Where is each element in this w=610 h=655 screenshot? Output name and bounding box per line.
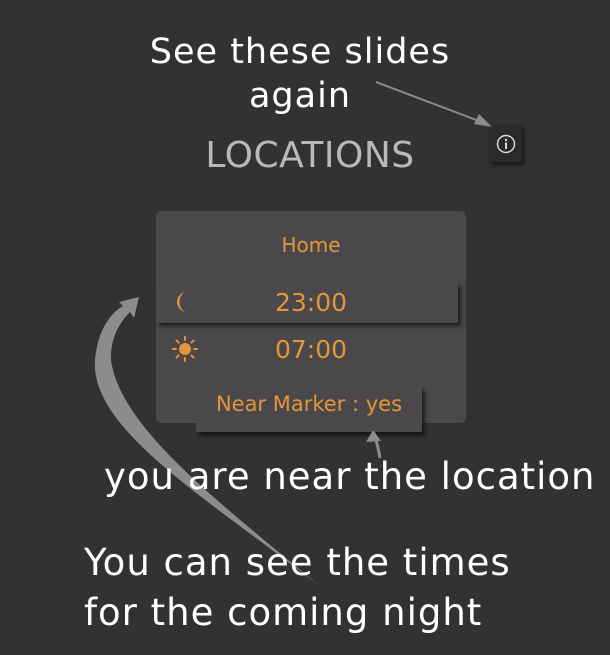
night-time-row: 23:00 <box>156 283 458 323</box>
annotation-coming-night: You can see the times for the coming nig… <box>84 538 511 638</box>
annotation-see-slides: See these slides again <box>90 30 510 118</box>
annotation-near-location: you are near the location <box>104 455 596 498</box>
annotation-see-slides-line-2: again <box>248 76 352 116</box>
info-button[interactable] <box>489 125 522 162</box>
annotation-coming-night-line-2: for the coming night <box>84 591 483 634</box>
info-icon <box>496 134 515 153</box>
location-card[interactable]: Home 23:00 07:00 Near Marker : yes <box>156 211 466 432</box>
annotation-see-slides-line-1: See these slides <box>149 32 451 72</box>
morning-time: 07:00 <box>274 335 348 364</box>
annotation-coming-night-line-1: You can see the times <box>84 541 511 584</box>
near-marker-box: Near Marker : yes <box>196 386 422 432</box>
location-name: Home <box>281 233 341 257</box>
night-time: 23:00 <box>274 288 348 317</box>
near-marker-status: Near Marker : yes <box>215 392 403 416</box>
page-title: LOCATIONS <box>205 135 415 176</box>
